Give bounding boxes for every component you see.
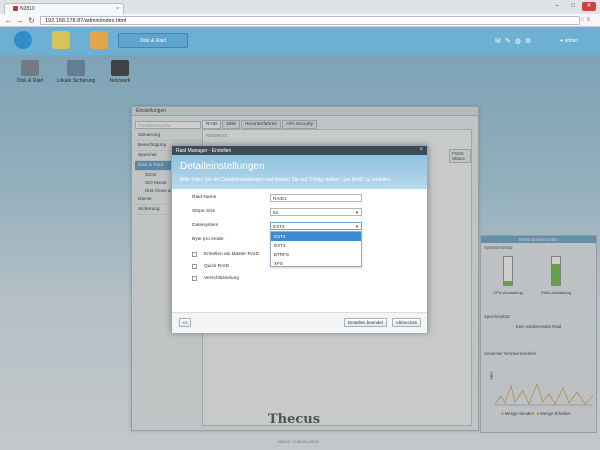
back-arrow-icon[interactable]: ← <box>4 16 13 25</box>
app-tab-disk-raid[interactable]: Disk & Raid <box>118 33 188 48</box>
photo-icon[interactable] <box>90 31 108 49</box>
back-button[interactable]: << <box>179 318 191 327</box>
quick-raid-checkbox[interactable] <box>192 264 197 269</box>
forward-arrow-icon[interactable]: → <box>15 16 24 25</box>
dialog-subheading: Bitte füllen Sie die Detaileinstellungen… <box>180 177 392 183</box>
dialog-title-bar: Raid Manager - Erstellen × <box>172 146 427 155</box>
fs-option-ext4[interactable]: EXT4 <box>271 232 361 241</box>
username: admin <box>564 38 579 44</box>
filesystem-dropdown-list: EXT4 EXT3 BTRFS XFS <box>270 231 362 267</box>
dialog-footer: << Erstellen beendet Abbrechen <box>172 312 427 333</box>
fs-option-ext3[interactable]: EXT3 <box>271 241 361 250</box>
browser-tab[interactable]: N2810 × <box>4 3 124 14</box>
star-menu-icons[interactable]: ☆ ≡ <box>579 16 590 23</box>
settings-icon[interactable]: ⚙ <box>525 38 535 45</box>
filesystem-value: EXT4 <box>273 224 285 229</box>
home-icon[interactable] <box>52 31 70 49</box>
url-text: 192.168.178.87/admin/index.html <box>45 18 127 24</box>
stripe-size-select[interactable]: 64 ▼ <box>270 208 362 216</box>
master-raid-label: Erstellen als Master RAID <box>204 252 259 257</box>
dialog-title: Raid Manager - Erstellen <box>176 148 232 154</box>
fs-option-xfs[interactable]: XFS <box>271 259 361 268</box>
stripe-size-value: 64 <box>273 210 279 215</box>
dialog-heading: Detaileinstellungen <box>180 161 265 172</box>
encryption-label: Verschlüsselung <box>204 276 239 281</box>
tab-close-icon[interactable]: × <box>116 6 119 12</box>
globe-icon[interactable]: ◍ <box>515 38 525 45</box>
user-icon: ● <box>560 38 564 44</box>
mail-icon[interactable]: ✉ <box>495 38 505 45</box>
cloud-icon[interactable] <box>14 31 32 49</box>
master-raid-checkbox[interactable] <box>192 252 197 257</box>
dialog-header: Detaileinstellungen Bitte füllen Sie die… <box>172 155 427 189</box>
chat-icon[interactable]: ✎ <box>505 38 515 45</box>
browser-tab-bar: N2810 × – □ ✕ <box>0 0 600 14</box>
close-window-button[interactable]: ✕ <box>582 2 596 11</box>
minimize-button[interactable]: – <box>550 2 564 11</box>
dialog-close-icon[interactable]: × <box>419 147 423 153</box>
raid-name-input[interactable]: RAID1 <box>270 194 362 202</box>
cancel-button[interactable]: Abbrechen <box>392 318 421 327</box>
filesystem-label: Dateisystem <box>192 223 219 228</box>
stripe-size-label: Stripe Size <box>192 209 216 214</box>
raid-name-label: Raid-Name <box>192 195 217 200</box>
byte-per-inode-label: Byte pro Inode: <box>192 237 225 242</box>
finish-button[interactable]: Erstellen beendet <box>344 318 387 327</box>
browser-nav-bar: ← → ↻ 192.168.178.87/admin/index.html ☆ … <box>0 14 600 27</box>
address-bar[interactable]: 192.168.178.87/admin/index.html <box>40 16 580 25</box>
header-icons: ✉✎◍⚙ <box>495 37 555 47</box>
user-menu[interactable]: ● admin <box>560 38 578 44</box>
filesystem-select[interactable]: EXT4 ▼ <box>270 222 362 230</box>
maximize-button[interactable]: □ <box>566 2 580 11</box>
tab-favicon-icon <box>13 6 18 12</box>
fs-option-btrfs[interactable]: BTRFS <box>271 250 361 259</box>
raid-name-value: RAID1 <box>273 196 287 201</box>
chevron-down-icon: ▼ <box>355 224 359 229</box>
encryption-checkbox[interactable] <box>192 276 197 281</box>
reload-icon[interactable]: ↻ <box>27 16 36 25</box>
quick-raid-label: Quick RAID <box>204 264 230 269</box>
chevron-down-icon: ▼ <box>355 210 359 215</box>
tab-title: N2810 <box>20 6 35 12</box>
